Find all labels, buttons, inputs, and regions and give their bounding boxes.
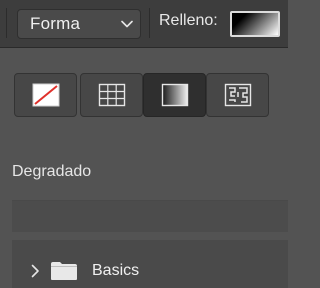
- pattern-button[interactable]: [206, 73, 269, 117]
- folder-icon: [51, 262, 77, 280]
- toolbar-divider: [6, 8, 7, 38]
- fill-swatch[interactable]: [230, 11, 280, 37]
- shape-mode-value: Forma: [30, 14, 81, 33]
- chevron-right-icon[interactable]: [30, 264, 40, 278]
- shape-fill-panel: Forma Relleno: Degradado Basics: [0, 0, 288, 288]
- options-toolbar: Forma Relleno:: [0, 0, 288, 48]
- solid-color-button[interactable]: [80, 73, 143, 117]
- gradient-preset-list: Basics: [12, 240, 288, 288]
- solid-color-grid-icon: [98, 83, 125, 107]
- shape-mode-dropdown[interactable]: Forma: [17, 9, 141, 39]
- pattern-icon: [224, 83, 251, 107]
- no-fill-icon: [32, 83, 59, 107]
- toolbar-divider: [149, 8, 150, 38]
- gradient-button[interactable]: [143, 73, 206, 117]
- gradient-preview-strip: [12, 200, 288, 232]
- gradient-icon: [161, 83, 188, 107]
- chevron-down-icon: [121, 20, 133, 28]
- fill-label: Relleno:: [159, 12, 218, 29]
- folder-label: Basics: [92, 262, 140, 279]
- gradient-section-title: Degradado: [12, 163, 92, 180]
- list-item[interactable]: Basics: [12, 250, 288, 288]
- no-fill-button[interactable]: [14, 73, 77, 117]
